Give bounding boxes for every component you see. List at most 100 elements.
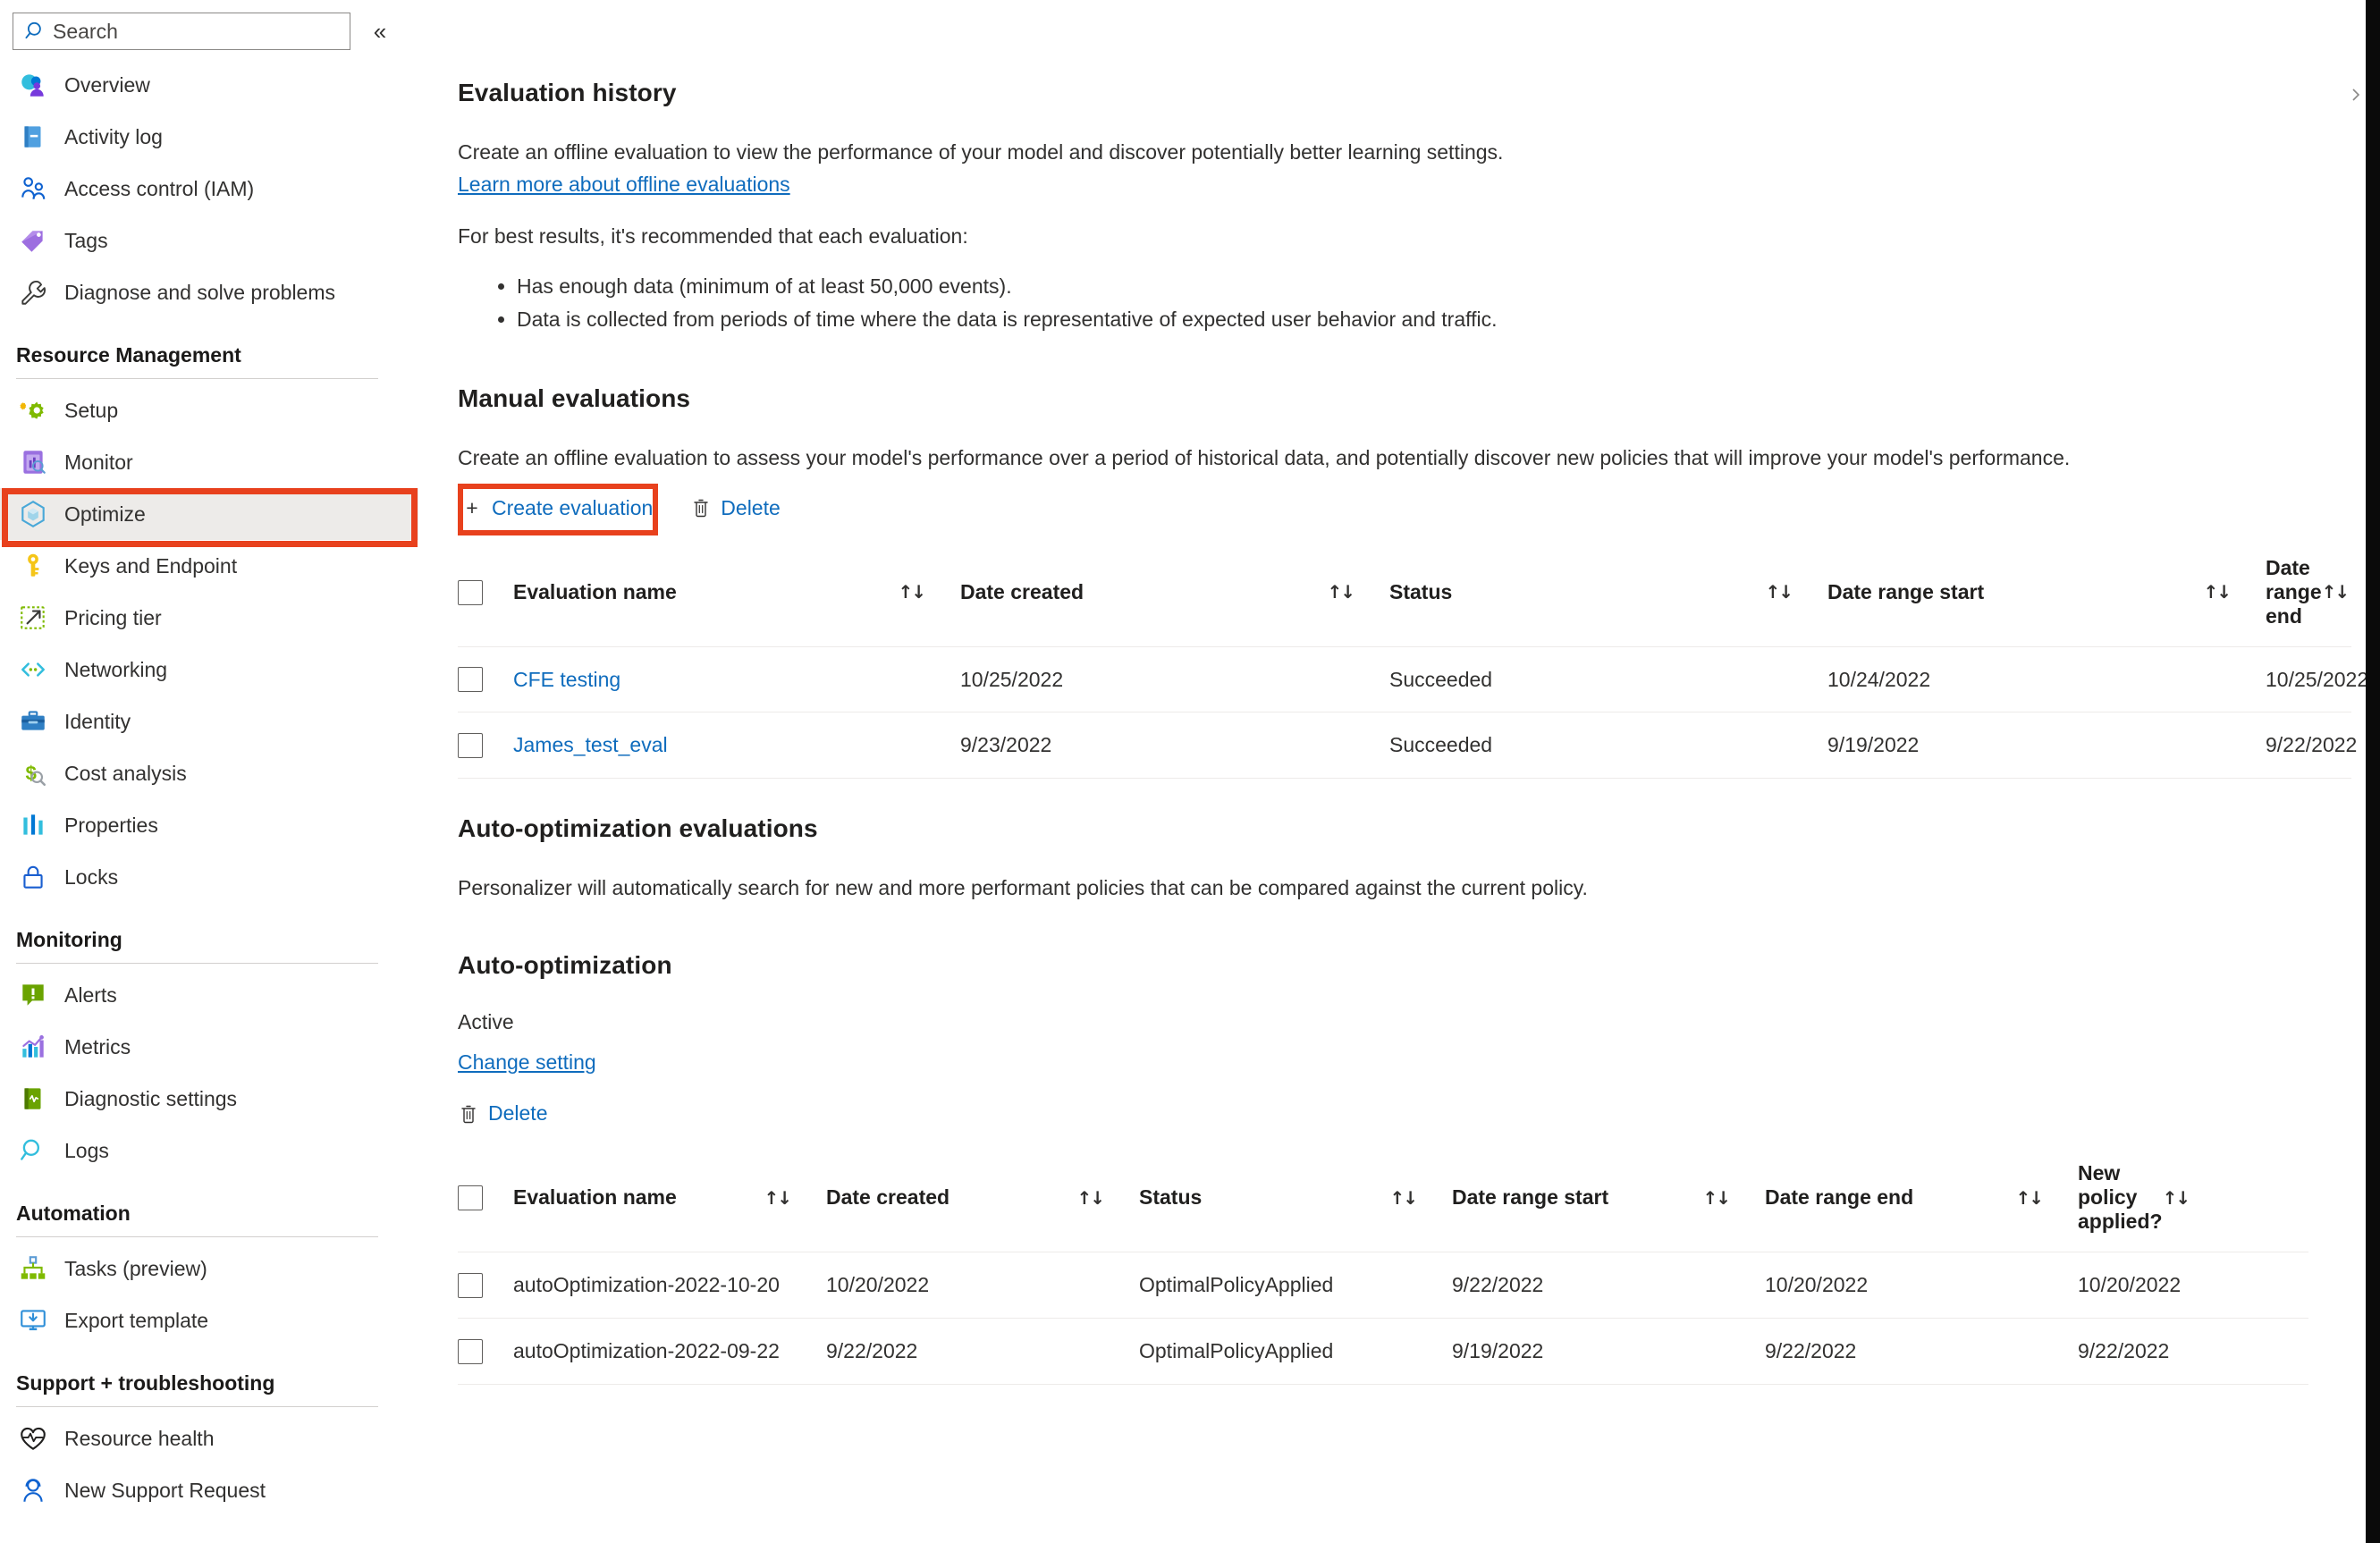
column-header-label: Status	[1139, 1185, 1203, 1210]
sidebar-sections: Resource Management Setup Monitor Optimize K…	[0, 318, 418, 1516]
sidebar-item-diagnostic-settings[interactable]: Diagnostic settings	[0, 1073, 418, 1125]
create-evaluation-button[interactable]: + Create evaluation	[458, 489, 662, 527]
cell-range-end: 10/20/2022	[1765, 1252, 2078, 1319]
column-header-evaluation-name[interactable]: Evaluation name ↑↓	[513, 541, 960, 647]
chevron-right-icon[interactable]	[2346, 77, 2366, 113]
sort-icon[interactable]: ↑↓	[2163, 1187, 2190, 1209]
sidebar-item-diagnose-and-solve-problems[interactable]: Diagnose and solve problems	[0, 266, 418, 318]
sidebar-item-tags[interactable]: Tags	[0, 215, 418, 266]
auto-optimization-evaluations-description: Personalizer will automatically search f…	[458, 876, 1588, 900]
sidebar-item-optimize[interactable]: Optimize	[0, 488, 418, 540]
sidebar-item-keys-and-endpoint[interactable]: Keys and Endpoint	[0, 540, 418, 592]
column-header-date-created[interactable]: Date created ↑↓	[826, 1147, 1139, 1253]
row-checkbox[interactable]	[458, 667, 483, 693]
delete-manual-label: Delete	[721, 495, 781, 519]
table-row[interactable]: autoOptimization-2022-10-20 10/20/2022 Opt…	[458, 1252, 2308, 1319]
column-header-status[interactable]: Status ↑↓	[1139, 1147, 1452, 1253]
sidebar-item-tasks-preview[interactable]: Tasks (preview)	[0, 1243, 418, 1294]
sidebar-item-networking[interactable]: Networking	[0, 644, 418, 696]
diagnostic-settings-icon	[16, 1082, 50, 1116]
sidebar-item-cost-analysis[interactable]: $ Cost analysis	[0, 747, 418, 799]
sort-icon[interactable]: ↑↓	[2322, 581, 2350, 603]
sort-icon[interactable]: ↑↓	[1389, 1187, 1417, 1209]
sidebar-item-logs[interactable]: Logs	[0, 1125, 418, 1176]
evaluation-name-link[interactable]: CFE testing	[513, 668, 620, 691]
sidebar-item-label: Tags	[64, 228, 108, 252]
sidebar-item-label: Access control (IAM)	[64, 176, 255, 200]
sort-icon[interactable]: ↑↓	[1327, 581, 1355, 603]
column-header-date-range-start[interactable]: Date range start ↑↓	[1452, 1147, 1765, 1253]
sidebar-item-properties[interactable]: Properties	[0, 799, 418, 851]
row-checkbox[interactable]	[458, 1272, 483, 1298]
sidebar-item-activity-log[interactable]: Activity log	[0, 111, 418, 163]
sidebar-item-access-control-iam[interactable]: Access control (IAM)	[0, 163, 418, 215]
alerts-icon	[16, 978, 50, 1012]
monitor-icon	[16, 445, 50, 479]
row-checkbox[interactable]	[458, 1338, 483, 1364]
sidebar-item-alerts[interactable]: Alerts	[0, 969, 418, 1021]
sidebar-section-items: Resource health New Support Request	[0, 1412, 418, 1516]
sort-icon[interactable]: ↑↓	[2203, 581, 2231, 603]
access-control-icon	[16, 172, 50, 206]
sidebar-item-locks[interactable]: Locks	[0, 851, 418, 903]
sidebar-section-title: Resource Management	[16, 343, 241, 367]
sort-icon[interactable]: ↑↓	[898, 581, 925, 603]
cell-range-end: 9/22/2022	[1765, 1318, 2078, 1385]
search-box[interactable]	[13, 13, 350, 50]
sort-icon[interactable]: ↑↓	[1765, 581, 1793, 603]
cell-status: Succeeded	[1389, 712, 1827, 780]
cell-range-start: 9/19/2022	[1452, 1318, 1765, 1385]
table-row[interactable]: CFE testing 10/25/2022 Succeeded 10/24/2022…	[458, 646, 2368, 713]
search-input[interactable]	[51, 19, 350, 44]
sidebar-item-setup[interactable]: Setup	[0, 384, 418, 436]
row-select-cell	[458, 646, 513, 713]
sidebar-item-new-support-request[interactable]: New Support Request	[0, 1464, 418, 1516]
recommendation-list: Has enough data (minimum of at least 50,…	[458, 270, 2366, 336]
learn-more-link[interactable]: Learn more about offline evaluations	[458, 173, 790, 197]
sidebar-item-identity[interactable]: Identity	[0, 696, 418, 747]
change-setting-link[interactable]: Change setting	[458, 1050, 596, 1075]
column-header-status[interactable]: Status ↑↓	[1389, 541, 1827, 647]
sidebar-item-monitor[interactable]: Monitor	[0, 436, 418, 488]
manual-evaluations-table: Evaluation name ↑↓ Date created ↑↓ Status ↑↓ D…	[458, 541, 2368, 780]
column-header-date-created[interactable]: Date created ↑↓	[960, 541, 1389, 647]
column-header-evaluation-name[interactable]: Evaluation name ↑↓	[513, 1147, 826, 1253]
column-header-label: Date created	[960, 579, 1085, 603]
column-header-label: Date range start	[1452, 1185, 1609, 1210]
wrench-icon	[16, 275, 50, 309]
sort-icon[interactable]: ↑↓	[2015, 1187, 2043, 1209]
sidebar-item-label: Optimize	[64, 502, 146, 526]
sidebar-item-metrics[interactable]: Metrics	[0, 1021, 418, 1073]
evaluation-name-link[interactable]: James_test_eval	[513, 733, 668, 756]
recommendation-lead: For best results, it's recommended that …	[458, 223, 968, 248]
delete-manual-button[interactable]: Delete	[687, 489, 789, 527]
cell-date-created: 9/22/2022	[826, 1318, 1139, 1385]
sidebar-item-export-template[interactable]: Export template	[0, 1294, 418, 1346]
cost-analysis-icon: $	[16, 756, 50, 790]
table-row[interactable]: James_test_eval 9/23/2022 Succeeded 9/19/20…	[458, 712, 2357, 780]
collapse-sidebar-button[interactable]: «	[359, 13, 401, 50]
column-header-date-range-start[interactable]: Date range start ↑↓	[1827, 541, 2266, 647]
column-header-date-range-end[interactable]: Date range end ↑↓	[1765, 1147, 2078, 1253]
logs-search-icon	[16, 1134, 50, 1168]
sidebar-section-header: Support + troubleshooting	[0, 1346, 418, 1412]
select-all-checkbox[interactable]	[458, 579, 483, 605]
table-row[interactable]: autoOptimization-2022-09-22 9/22/2022 Opti…	[458, 1318, 2308, 1385]
window-right-edge	[2366, 0, 2380, 1543]
column-header-new-policy-applied[interactable]: New policy applied? ↑↓	[2078, 1147, 2193, 1253]
sidebar-item-overview[interactable]: Overview	[0, 59, 418, 111]
sidebar-section-header: Monitoring	[0, 903, 418, 969]
column-header-date-range-end[interactable]: Date range end ↑↓	[2266, 541, 2350, 647]
sort-icon[interactable]: ↑↓	[764, 1187, 791, 1209]
row-select-cell	[458, 1252, 513, 1319]
cell-date-created: 10/20/2022	[826, 1252, 1139, 1319]
row-checkbox[interactable]	[458, 733, 483, 759]
delete-auto-button[interactable]: Delete	[458, 1094, 556, 1133]
sidebar-item-pricing-tier[interactable]: Pricing tier	[0, 592, 418, 644]
sidebar-item-resource-health[interactable]: Resource health	[0, 1412, 418, 1464]
sort-icon[interactable]: ↑↓	[1702, 1187, 1730, 1209]
sidebar-item-label: Setup	[64, 398, 119, 422]
sidebar-section-title: Automation	[16, 1202, 131, 1225]
sort-icon[interactable]: ↑↓	[1076, 1187, 1104, 1209]
select-all-checkbox[interactable]	[458, 1185, 483, 1211]
